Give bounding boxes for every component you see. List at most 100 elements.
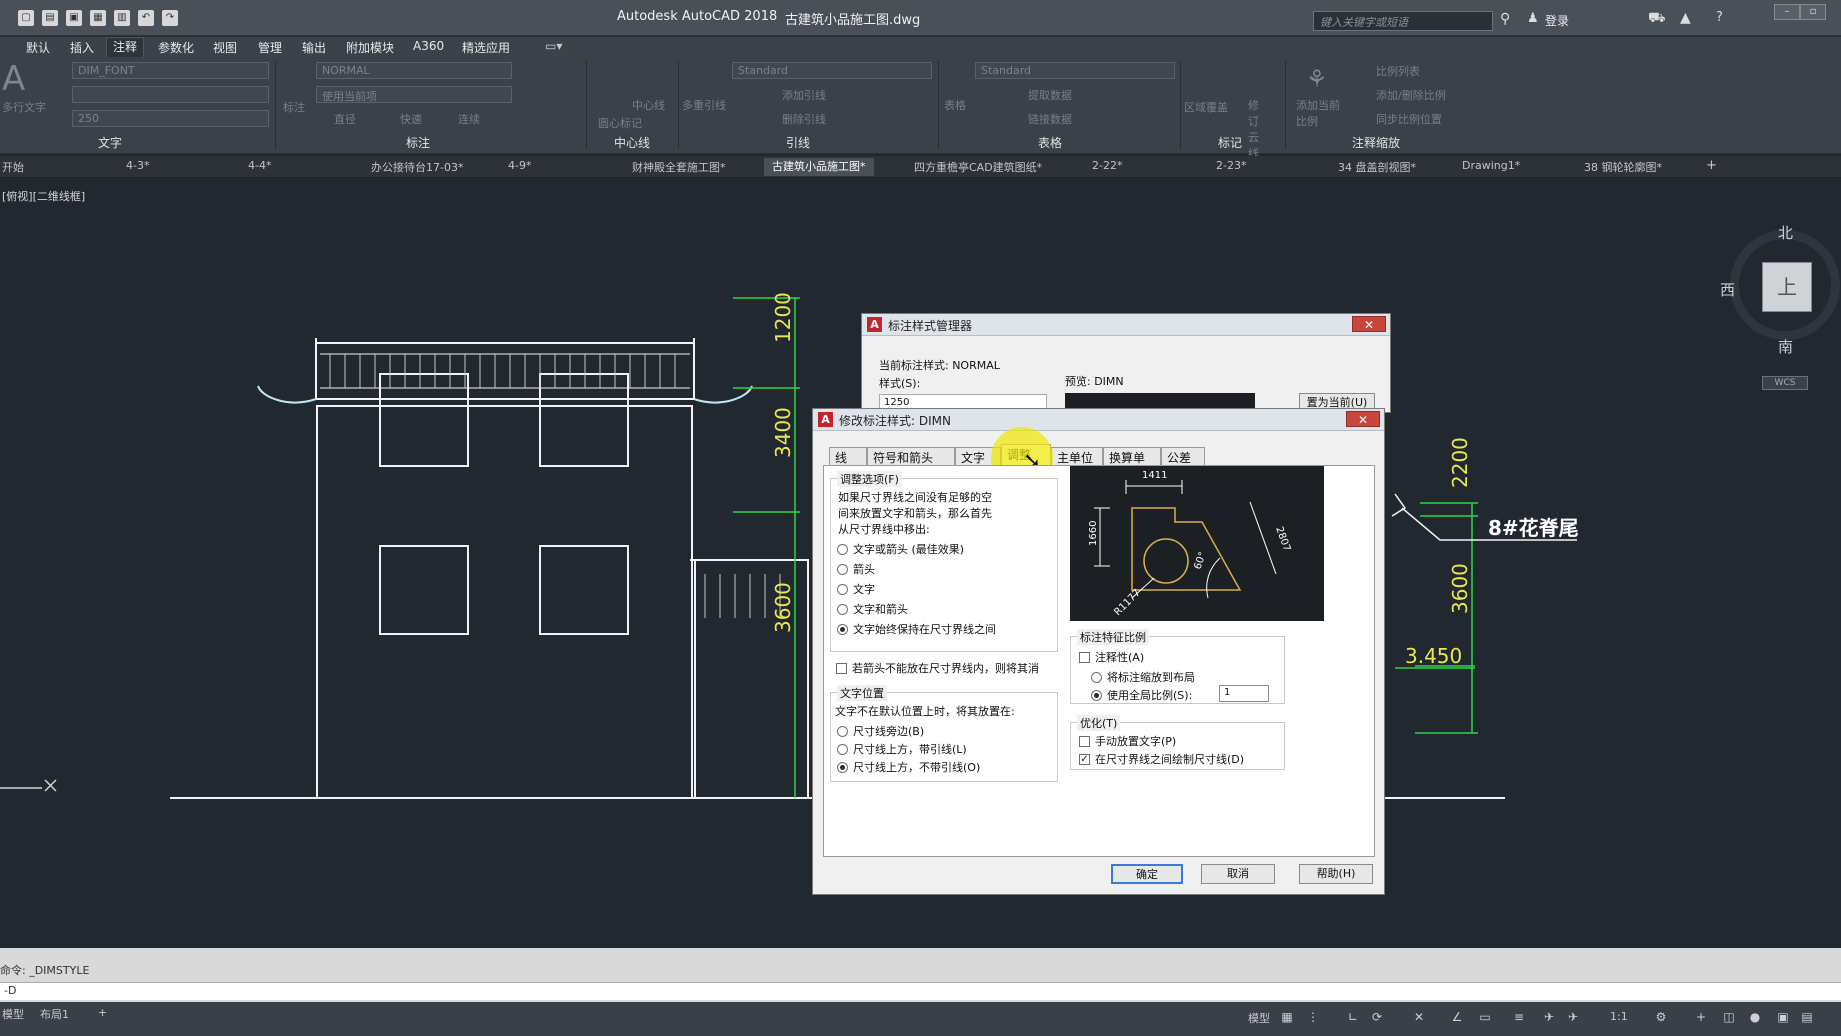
doctab-start[interactable]: 开始: [2, 159, 24, 175]
workspace-gear-icon[interactable]: ⚙: [1654, 1010, 1668, 1024]
draw-dimline-checkbox[interactable]: ✓ 在尺寸界线之间绘制尺寸线(D): [1079, 751, 1244, 767]
fit-option-both[interactable]: 文字和箭头: [837, 601, 908, 617]
doctab-active[interactable]: 古建筑小品施工图*: [764, 158, 874, 176]
ucs-toggle-icon[interactable]: ▭: [1478, 1010, 1492, 1024]
tab-default[interactable]: 默认: [26, 39, 50, 56]
doctab[interactable]: 2-22*: [1092, 159, 1122, 172]
dim-text-right-2[interactable]: 3600: [1448, 563, 1472, 614]
tab-tolerances[interactable]: 公差: [1161, 447, 1205, 465]
ribbon-toggle-icon[interactable]: ▭▾: [545, 39, 562, 53]
tab-primary-units[interactable]: 主单位: [1051, 447, 1103, 465]
dim-text-right-1[interactable]: 2200: [1448, 437, 1472, 488]
plus-icon[interactable]: +: [1694, 1010, 1708, 1024]
mleader-style-select[interactable]: Standard: [732, 62, 932, 79]
text-style-select[interactable]: DIM_FONT: [72, 62, 269, 79]
ortho-icon[interactable]: ∟: [1346, 1010, 1360, 1024]
annotative-checkbox[interactable]: 注释性(A): [1079, 649, 1144, 665]
autodesk-icon[interactable]: ▲: [1680, 10, 1691, 26]
wcs-button[interactable]: WCS: [1762, 376, 1808, 390]
viewcube-top-face[interactable]: 上: [1762, 262, 1812, 312]
open-icon[interactable]: ▤: [42, 10, 58, 26]
grid-icon[interactable]: ▦: [1280, 1010, 1294, 1024]
polar-icon[interactable]: ⟳: [1370, 1010, 1384, 1024]
minimize-button[interactable]: –: [1774, 4, 1800, 20]
user-icon[interactable]: ♟: [1527, 11, 1539, 26]
login-button[interactable]: 登录: [1545, 12, 1569, 29]
snap-icon[interactable]: ⋮: [1306, 1010, 1320, 1024]
annotation-scale-button[interactable]: 1:1: [1610, 1010, 1628, 1023]
maximize-button[interactable]: ▫: [1800, 4, 1826, 20]
group-dim-label[interactable]: 标注: [406, 134, 430, 151]
redo-icon[interactable]: ↷: [162, 10, 178, 26]
text-pos-beside[interactable]: 尺寸线旁边(B): [837, 723, 924, 739]
osnap-icon[interactable]: ✕: [1412, 1010, 1426, 1024]
text-pos-over-with-leader[interactable]: 尺寸线上方，带引线(L): [837, 741, 967, 757]
text-pos-over-no-leader[interactable]: 尺寸线上方，不带引线(O): [837, 759, 980, 775]
table-style-select[interactable]: Standard: [975, 62, 1175, 79]
search-input[interactable]: 键入关键字或短语: [1313, 11, 1493, 31]
tab-annotate[interactable]: 注释: [106, 37, 145, 57]
doctab[interactable]: 38 钢轮轮廓图*: [1584, 159, 1662, 175]
group-text-label[interactable]: 文字: [98, 134, 122, 151]
fit-option-text[interactable]: 文字: [837, 581, 875, 597]
autoscale-icon[interactable]: ✈: [1566, 1010, 1580, 1024]
add-layout-icon[interactable]: +: [98, 1006, 107, 1019]
undo-icon[interactable]: ↶: [138, 10, 154, 26]
manager-close-button[interactable]: ✕: [1352, 316, 1386, 332]
tab-addins[interactable]: 附加模块: [346, 39, 394, 56]
global-scale-input[interactable]: 1: [1219, 685, 1269, 702]
dim-style-select[interactable]: NORMAL: [316, 62, 512, 79]
tab-insert[interactable]: 插入: [70, 39, 94, 56]
doctab[interactable]: 4-9*: [508, 159, 531, 172]
cart-icon[interactable]: ⛟: [1648, 10, 1666, 28]
group-leader-label[interactable]: 引线: [786, 134, 810, 151]
fit-option-arrows[interactable]: 箭头: [837, 561, 875, 577]
doctab[interactable]: 四方重檐亭CAD建筑图纸*: [914, 159, 1042, 175]
print-icon[interactable]: ▥: [114, 10, 130, 26]
doctab[interactable]: 财神殿全套施工图*: [632, 159, 726, 175]
dim-text-left-1[interactable]: 1200: [771, 292, 795, 343]
binoculars-icon[interactable]: ⚲: [1500, 11, 1510, 27]
command-input[interactable]: -D: [0, 982, 1841, 1000]
viewcube-south[interactable]: 南: [1778, 336, 1793, 357]
isolate-icon[interactable]: ◫: [1722, 1010, 1736, 1024]
elevation-text[interactable]: 3.450: [1405, 644, 1462, 668]
clean-screen-icon[interactable]: ▣: [1776, 1010, 1790, 1024]
ok-button[interactable]: 确定: [1111, 864, 1183, 884]
dim-text-left-3[interactable]: 3600: [771, 582, 795, 633]
tab-symbols-arrows[interactable]: 符号和箭头: [867, 447, 955, 465]
doctab[interactable]: Drawing1*: [1462, 159, 1520, 172]
viewcube-north[interactable]: 北: [1778, 222, 1793, 243]
manual-text-checkbox[interactable]: 手动放置文字(P): [1079, 733, 1176, 749]
customize-icon[interactable]: ▤: [1800, 1010, 1814, 1024]
fit-option-text-or-arrows[interactable]: 文字或箭头 (最佳效果): [837, 541, 964, 557]
scale-to-layout-radio[interactable]: 将标注缩放到布局: [1091, 669, 1195, 685]
tab-output[interactable]: 输出: [302, 39, 326, 56]
tab-manage[interactable]: 管理: [258, 39, 282, 56]
dim-text-left-2[interactable]: 3400: [771, 407, 795, 458]
layout1-tab[interactable]: 布局1: [40, 1006, 69, 1022]
help-icon[interactable]: ?: [1716, 10, 1723, 25]
saveas-icon[interactable]: ▦: [90, 10, 106, 26]
viewcube-west[interactable]: 西: [1720, 279, 1735, 300]
hardware-accel-icon[interactable]: ●: [1748, 1010, 1762, 1024]
group-annoscale-label[interactable]: 注释缩放: [1352, 134, 1400, 151]
group-markup-label[interactable]: 标记: [1218, 134, 1242, 151]
tab-view[interactable]: 视图: [213, 39, 237, 56]
tab-lines[interactable]: 线: [829, 447, 867, 465]
doctab[interactable]: 2-23*: [1216, 159, 1246, 172]
save-icon[interactable]: ▣: [66, 10, 82, 26]
cancel-button[interactable]: 取消: [1201, 864, 1275, 884]
group-table-label[interactable]: 表格: [1038, 134, 1062, 151]
otrack-icon[interactable]: ∠: [1450, 1010, 1464, 1024]
group-centerline-label[interactable]: 中心线: [614, 134, 650, 151]
text-find-field[interactable]: [72, 86, 269, 103]
doctab[interactable]: 4-4*: [248, 159, 271, 172]
help-button[interactable]: 帮助(H): [1299, 864, 1373, 884]
lineweight-icon[interactable]: ≡: [1512, 1010, 1526, 1024]
doctab[interactable]: 34 盘盖剖视图*: [1338, 159, 1416, 175]
tab-a360[interactable]: A360: [413, 39, 444, 53]
tab-alternate-units[interactable]: 换算单位: [1103, 447, 1161, 482]
new-icon[interactable]: ▢: [18, 10, 34, 26]
suppress-arrows-checkbox[interactable]: 若箭头不能放在尺寸界线内，则将其消: [836, 660, 1039, 676]
